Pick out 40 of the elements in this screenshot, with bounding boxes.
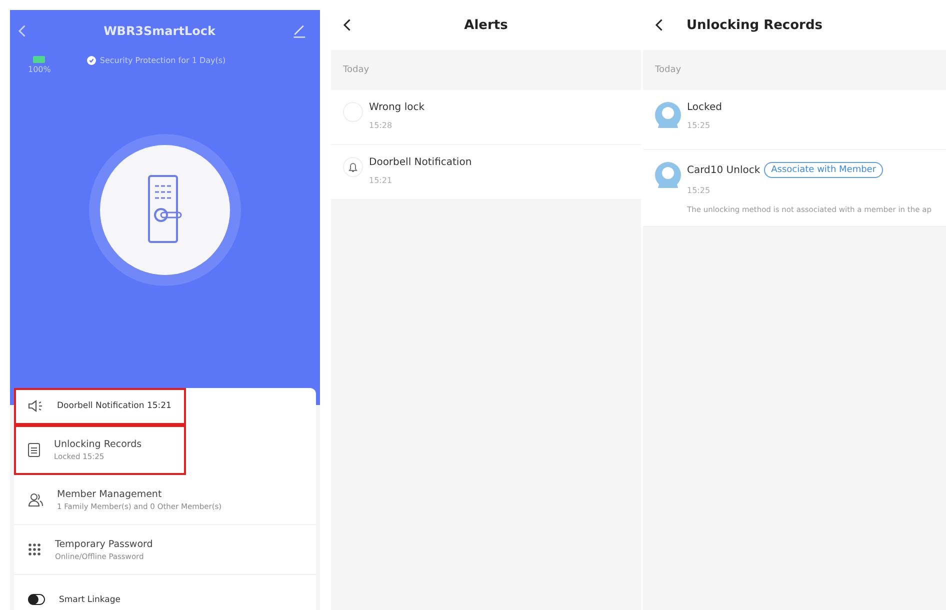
- back-icon[interactable]: [655, 18, 664, 32]
- record-title: Card10 Unlock: [687, 164, 760, 176]
- avatar-icon: [655, 102, 681, 128]
- device-title: WBR3SmartLock: [104, 24, 216, 38]
- record-time: 15:25: [687, 121, 712, 130]
- people-icon: [28, 492, 43, 506]
- menu-item-title: Doorbell Notification 15:21: [57, 401, 172, 411]
- speaker-icon: [28, 399, 43, 413]
- back-icon[interactable]: [343, 18, 352, 32]
- battery-icon: [33, 56, 46, 63]
- associate-member-button[interactable]: Associate with Member: [764, 162, 884, 178]
- menu-item-title: Temporary Password: [55, 538, 153, 550]
- document-icon: [28, 442, 40, 456]
- menu-item-title: Member Management: [57, 488, 163, 500]
- lock-button[interactable]: [100, 145, 230, 275]
- record-title: Locked: [687, 102, 722, 113]
- keypad-icon: [28, 543, 41, 556]
- edit-icon[interactable]: [292, 24, 306, 38]
- shield-check-icon: [86, 56, 96, 65]
- alert-title: Doorbell Notification: [369, 157, 472, 168]
- alert-time: 15:21: [369, 176, 394, 185]
- security-status: Security Protection for 1 Day(s): [100, 56, 226, 65]
- alert-item[interactable]: Wrong lock 15:28: [331, 90, 641, 145]
- alert-item[interactable]: Doorbell Notification 15:21: [331, 145, 641, 200]
- page-title: Unlocking Records: [686, 18, 822, 32]
- menu-item-title: Smart Linkage: [59, 594, 121, 604]
- section-header: Today: [343, 65, 370, 75]
- alert-time: 15:28: [369, 121, 394, 130]
- battery-percentage: 100%: [28, 65, 51, 74]
- door-lock-icon: [147, 174, 183, 246]
- section-header: Today: [655, 65, 682, 75]
- alert-title: Wrong lock: [369, 102, 424, 113]
- menu-item[interactable]: Doorbell Notification 15:21: [14, 388, 186, 425]
- toggle-icon: [28, 594, 45, 605]
- avatar-icon: [655, 162, 681, 188]
- menu-item[interactable]: Smart Linkage: [14, 575, 316, 610]
- record-time: 15:25: [687, 186, 712, 195]
- page-title: Alerts: [464, 18, 508, 32]
- bell-icon: [343, 157, 363, 177]
- menu-item-title: Unlocking Records: [54, 438, 142, 450]
